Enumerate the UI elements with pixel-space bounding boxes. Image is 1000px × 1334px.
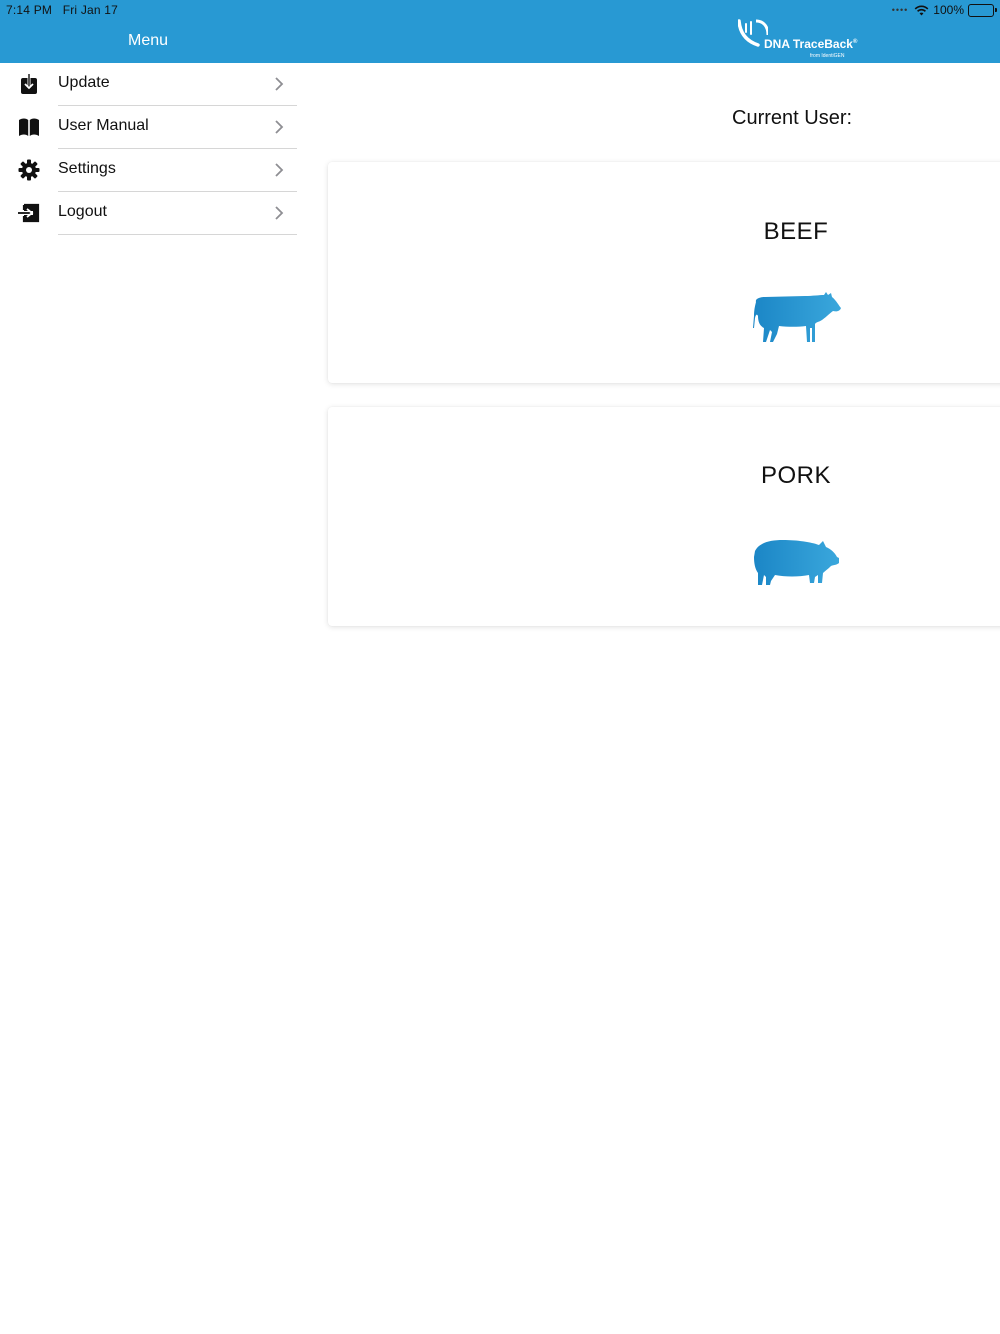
- logo-subtext: from IdentiGEN: [810, 53, 845, 59]
- sidebar-item-user-manual[interactable]: User Manual: [0, 106, 297, 149]
- pork-card[interactable]: PORK: [328, 407, 1000, 626]
- logo-text: DNA TraceBack®: [764, 37, 858, 51]
- cow-icon: [753, 292, 841, 342]
- sidebar-item-label: User Manual: [58, 117, 149, 134]
- current-user-label: Current User:: [732, 107, 853, 129]
- battery-percent: 100%: [933, 3, 964, 17]
- sidebar-item-label: Logout: [58, 203, 107, 220]
- chevron-right-icon: [275, 120, 284, 134]
- sidebar-menu: Update User Manual Settings Logout: [0, 63, 297, 235]
- top-navigation-bar: 7:14 PM Fri Jan 17 •••• 100% Menu DNA Tr…: [0, 0, 1000, 63]
- card-title: BEEF: [763, 218, 829, 245]
- menu-title: Menu: [128, 32, 169, 49]
- status-bar-time: 7:14 PM Fri Jan 17: [6, 3, 119, 17]
- card-title: PORK: [760, 462, 831, 489]
- chevron-right-icon: [275, 163, 284, 177]
- sidebar-item-update[interactable]: Update: [0, 63, 297, 106]
- sidebar-item-label: Update: [58, 74, 110, 91]
- beef-card[interactable]: BEEF: [328, 162, 1000, 383]
- logout-icon: [18, 203, 40, 223]
- wifi-icon: [914, 5, 929, 15]
- dna-traceback-logo: DNA TraceBack® from IdentiGEN: [738, 19, 868, 61]
- chevron-right-icon: [275, 77, 284, 91]
- sidebar-item-settings[interactable]: Settings: [0, 149, 297, 192]
- chevron-right-icon: [275, 206, 284, 220]
- download-icon: [21, 74, 37, 94]
- pig-icon: [754, 540, 839, 585]
- sidebar-item-label: Settings: [58, 160, 116, 177]
- divider: [58, 234, 297, 235]
- battery-icon: [968, 3, 997, 17]
- gear-icon: [18, 159, 40, 181]
- status-bar-right: •••• 100%: [891, 3, 997, 17]
- sidebar-item-logout[interactable]: Logout: [0, 192, 297, 235]
- signal-dots-icon: ••••: [891, 5, 909, 15]
- book-icon: [19, 118, 39, 136]
